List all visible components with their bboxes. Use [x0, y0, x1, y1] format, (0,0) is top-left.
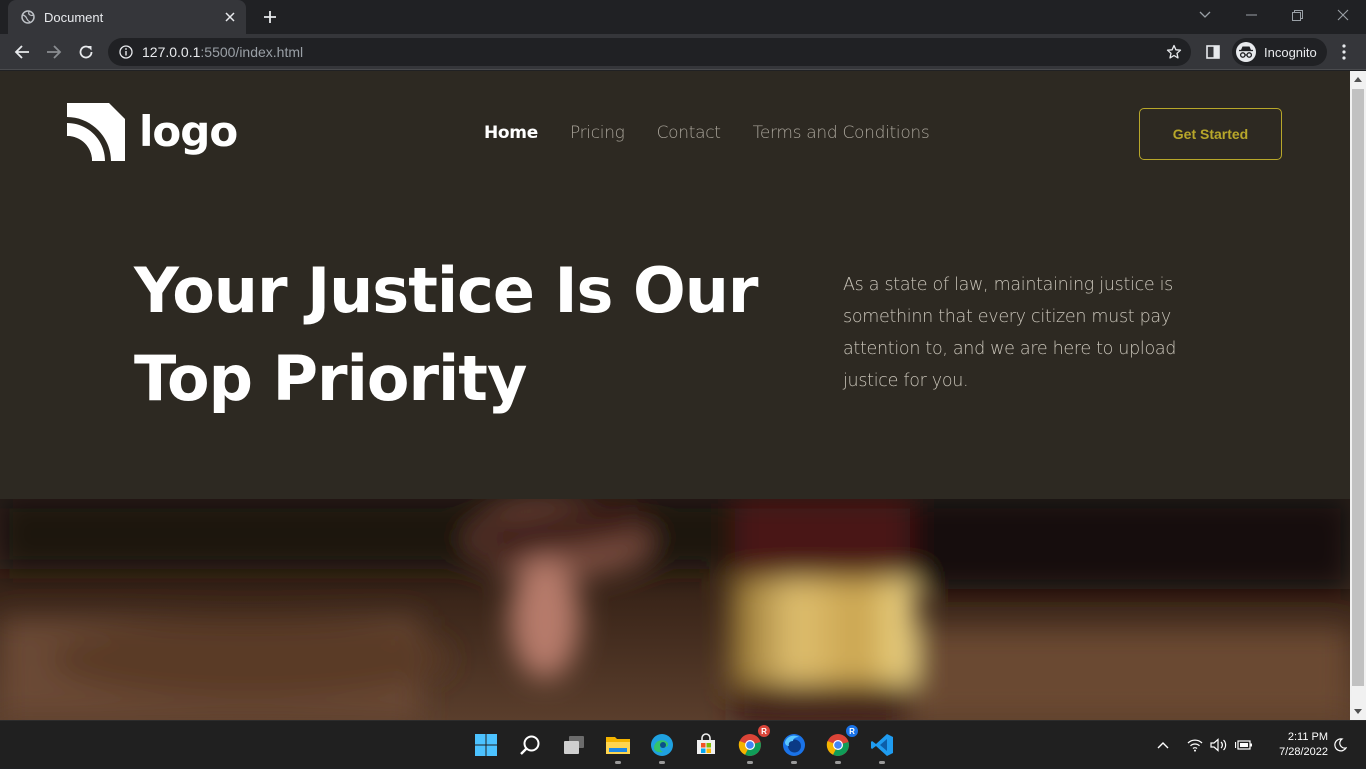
logo-mark-icon	[67, 103, 125, 161]
hero-title: Your Justice Is Our Top Priority	[134, 247, 774, 423]
search-icon[interactable]	[514, 729, 546, 761]
nav-link-home[interactable]: Home	[484, 123, 538, 143]
taskbar-clock[interactable]: 2:11 PM 7/28/2022	[1262, 730, 1328, 760]
show-hidden-icons-chevron-icon[interactable]	[1152, 721, 1174, 769]
notification-moon-icon[interactable]	[1330, 721, 1350, 769]
incognito-profile-button[interactable]: Incognito	[1232, 38, 1327, 66]
hero-gavel-image	[0, 499, 1350, 720]
edge-icon[interactable]	[646, 729, 678, 764]
incognito-icon	[1236, 42, 1256, 62]
running-indicator	[615, 761, 621, 764]
hero-title-line-1: Your Justice Is Our	[134, 254, 758, 327]
main-nav: Home Pricing Contact Terms and Condition…	[484, 123, 930, 143]
wifi-icon[interactable]	[1184, 721, 1206, 769]
nav-link-pricing[interactable]: Pricing	[570, 123, 625, 143]
running-indicator	[791, 761, 797, 764]
scroll-up-arrow-icon[interactable]	[1354, 77, 1362, 82]
battery-icon[interactable]	[1233, 721, 1255, 769]
bookmark-star-icon[interactable]	[1163, 41, 1185, 63]
page-viewport: logo Home Pricing Contact Terms and Cond…	[0, 71, 1350, 720]
hero-title-line-2: Top Priority	[134, 342, 527, 415]
hero-description: As a state of law, maintaining justice i…	[843, 275, 1177, 391]
blurred-gavel-illustration	[0, 499, 1350, 720]
chrome-icon[interactable]: R	[734, 725, 770, 764]
task-view-icon[interactable]	[558, 729, 590, 761]
site-logo[interactable]: logo	[67, 103, 238, 161]
scroll-down-arrow-icon[interactable]	[1354, 709, 1362, 714]
running-indicator	[747, 761, 753, 764]
reload-icon[interactable]	[72, 38, 100, 66]
volume-icon[interactable]	[1208, 721, 1230, 769]
restore-icon[interactable]	[1274, 0, 1320, 30]
windows-taskbar: R R 2:11 PM 7/28/2022	[0, 720, 1366, 768]
file-explorer-icon[interactable]	[602, 729, 634, 764]
minimize-icon[interactable]	[1228, 0, 1274, 30]
site-info-icon[interactable]	[118, 44, 134, 60]
address-bar[interactable]: 127.0.0.1:5500/index.html	[108, 38, 1191, 66]
browser-menu-icon[interactable]	[1334, 42, 1354, 62]
running-indicator	[879, 761, 885, 764]
url-host: 127.0.0.1	[142, 44, 201, 60]
logo-text: logo	[139, 107, 238, 156]
browser-tab[interactable]: Document	[8, 0, 246, 34]
browser-toolbar: 127.0.0.1:5500/index.html Incognito	[0, 34, 1366, 70]
scrollbar-thumb[interactable]	[1352, 89, 1364, 686]
store-icon[interactable]	[690, 729, 722, 761]
profile-badge-r: R	[758, 725, 770, 737]
profile-badge-r: R	[846, 725, 858, 737]
tab-search-icon[interactable]	[1182, 0, 1228, 30]
vscode-icon[interactable]	[866, 729, 898, 764]
chrome-icon[interactable]: R	[822, 725, 858, 764]
url-text: 127.0.0.1:5500/index.html	[142, 44, 1163, 60]
tab-title: Document	[44, 9, 104, 25]
forward-icon[interactable]	[40, 38, 68, 66]
page-scrollbar[interactable]	[1350, 71, 1366, 720]
new-tab-icon[interactable]	[259, 6, 281, 28]
close-tab-icon[interactable]	[220, 7, 240, 27]
clock-date: 7/28/2022	[1279, 746, 1328, 758]
get-started-button[interactable]: Get Started	[1139, 108, 1282, 160]
close-window-icon[interactable]	[1320, 0, 1366, 30]
globe-icon	[20, 9, 36, 25]
url-path: :5500/index.html	[200, 44, 304, 60]
running-indicator	[835, 761, 841, 764]
firefox-icon[interactable]	[778, 729, 810, 764]
side-panel-icon[interactable]	[1203, 42, 1223, 62]
site-header: logo Home Pricing Contact Terms and Cond…	[0, 71, 1350, 199]
start-icon[interactable]	[470, 729, 502, 761]
running-indicator	[659, 761, 665, 764]
browser-tab-strip: Document	[0, 0, 1366, 34]
clock-time: 2:11 PM	[1287, 731, 1328, 743]
nav-link-terms[interactable]: Terms and Conditions	[753, 123, 930, 143]
incognito-label: Incognito	[1264, 44, 1317, 60]
back-icon[interactable]	[8, 38, 36, 66]
nav-link-contact[interactable]: Contact	[657, 123, 721, 143]
